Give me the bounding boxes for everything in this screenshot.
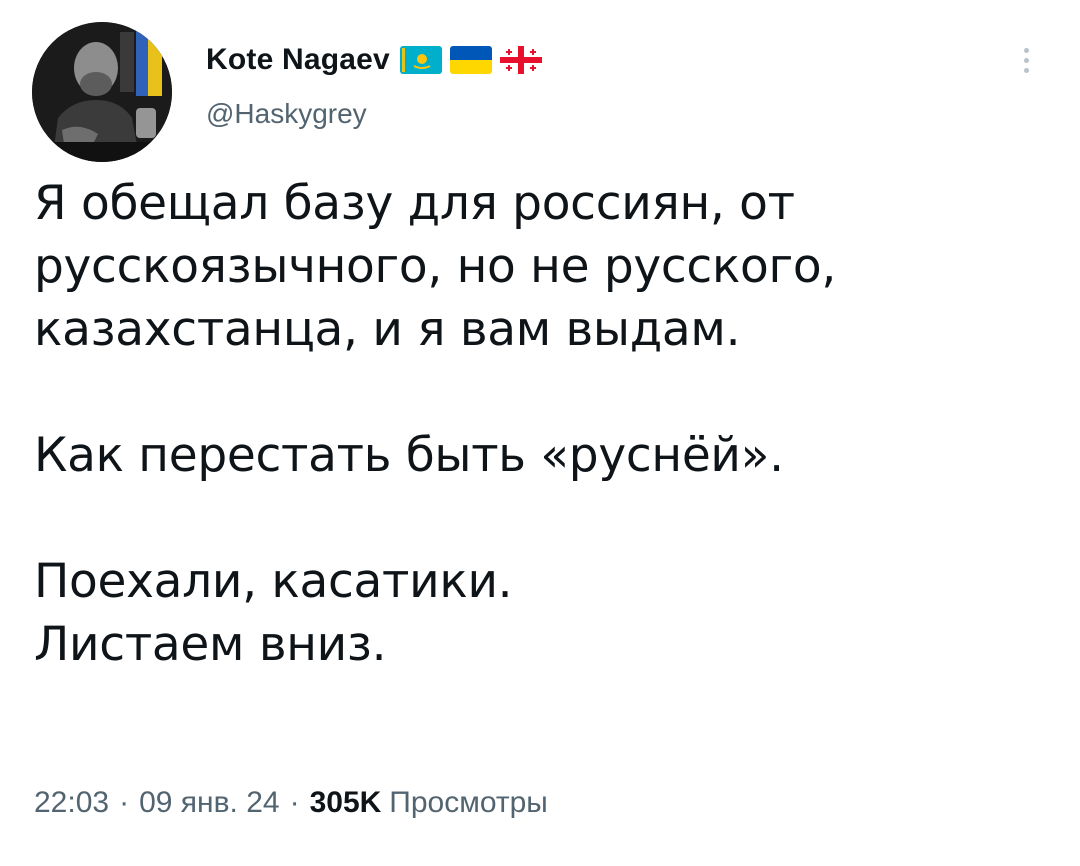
tweet-metadata: 22:03 · 09 янв. 24 · 305K Просмотры (34, 786, 548, 820)
tweet-text: Я обещал базу для россиян, от русскоязыч… (34, 176, 837, 672)
georgia-flag-icon (499, 46, 542, 74)
tweet-card: Kote Nagaev @Haskygrey Я обещал базу для… (0, 0, 1080, 866)
more-dot-icon (1023, 57, 1029, 63)
author-name-row: Kote Nagaev (206, 40, 542, 80)
author-handle[interactable]: @Haskygrey (206, 98, 367, 130)
ukraine-flag-icon (449, 46, 492, 74)
author-display-name[interactable]: Kote Nagaev (206, 43, 390, 77)
avatar-photo (32, 22, 172, 162)
views-label[interactable]: Просмотры (389, 786, 548, 820)
avatar[interactable] (32, 22, 172, 162)
more-dot-icon (1023, 47, 1029, 53)
views-count[interactable]: 305K (310, 786, 382, 820)
more-options-button[interactable] (1008, 40, 1044, 80)
meta-separator: · (119, 786, 130, 819)
flag-emojis (399, 46, 542, 74)
kazakhstan-flag-icon (399, 46, 442, 74)
more-dot-icon (1023, 67, 1029, 73)
tweet-date[interactable]: 09 янв. 24 (139, 786, 280, 820)
tweet-time[interactable]: 22:03 (34, 786, 109, 820)
meta-separator: · (289, 786, 300, 819)
